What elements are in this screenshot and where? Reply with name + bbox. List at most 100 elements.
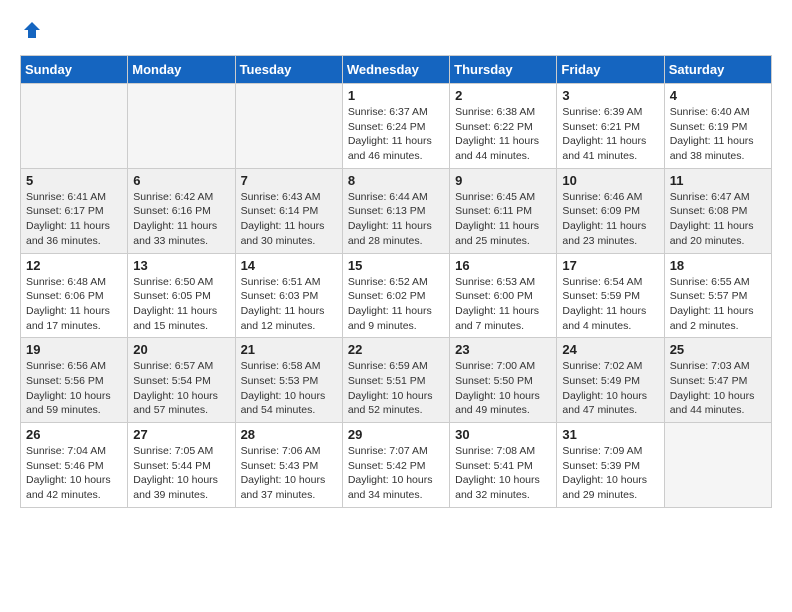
calendar-cell: 19Sunrise: 6:56 AM Sunset: 5:56 PM Dayli… [21,338,128,423]
calendar-cell: 4Sunrise: 6:40 AM Sunset: 6:19 PM Daylig… [664,84,771,169]
day-info: Sunrise: 7:08 AM Sunset: 5:41 PM Dayligh… [455,444,551,503]
day-number: 12 [26,258,122,273]
day-number: 16 [455,258,551,273]
day-info: Sunrise: 6:47 AM Sunset: 6:08 PM Dayligh… [670,190,766,249]
calendar-cell: 29 Sunrise: 7:07 AM Sunset: 5:42 PM Dayli… [342,423,449,508]
day-info: Sunrise: 7:09 AM Sunset: 5:39 PM Dayligh… [562,444,658,503]
calendar-week-row: 1Sunrise: 6:37 AM Sunset: 6:24 PM Daylig… [21,84,772,169]
day-number: 15 [348,258,444,273]
day-number: 10 [562,173,658,188]
day-info: Sunrise: 6:59 AM Sunset: 5:51 PM Dayligh… [348,359,444,418]
day-number: 5 [26,173,122,188]
calendar-cell [21,84,128,169]
day-number: 31 [562,427,658,442]
day-info: Sunrise: 6:42 AM Sunset: 6:16 PM Dayligh… [133,190,229,249]
calendar-cell: 7 Sunrise: 6:43 AM Sunset: 6:14 PM Daylig… [235,168,342,253]
logo-icon [22,20,42,40]
day-info: Sunrise: 6:52 AM Sunset: 6:02 PM Dayligh… [348,275,444,334]
day-number: 26 [26,427,122,442]
calendar-cell [128,84,235,169]
day-number: 20 [133,342,229,357]
calendar-cell: 16 Sunrise: 6:53 AM Sunset: 6:00 PM Dayli… [450,253,557,338]
day-info: Sunrise: 6:55 AM Sunset: 5:57 PM Dayligh… [670,275,766,334]
day-number: 6 [133,173,229,188]
calendar-cell: 5 Sunrise: 6:41 AM Sunset: 6:17 PM Daylig… [21,168,128,253]
day-info: Sunrise: 6:37 AM Sunset: 6:24 PM Dayligh… [348,105,444,164]
day-number: 22 [348,342,444,357]
calendar-body: 1Sunrise: 6:37 AM Sunset: 6:24 PM Daylig… [21,84,772,508]
logo [20,20,42,45]
calendar-cell: 28Sunrise: 7:06 AM Sunset: 5:43 PM Dayli… [235,423,342,508]
calendar-cell: 22 Sunrise: 6:59 AM Sunset: 5:51 PM Dayli… [342,338,449,423]
calendar-cell [235,84,342,169]
calendar-cell: 1Sunrise: 6:37 AM Sunset: 6:24 PM Daylig… [342,84,449,169]
calendar-cell: 3 Sunrise: 6:39 AM Sunset: 6:21 PM Daylig… [557,84,664,169]
day-info: Sunrise: 6:56 AM Sunset: 5:56 PM Dayligh… [26,359,122,418]
calendar-cell: 18 Sunrise: 6:55 AM Sunset: 5:57 PM Dayli… [664,253,771,338]
day-info: Sunrise: 6:50 AM Sunset: 6:05 PM Dayligh… [133,275,229,334]
calendar-week-row: 5 Sunrise: 6:41 AM Sunset: 6:17 PM Daylig… [21,168,772,253]
calendar-cell: 10 Sunrise: 6:46 AM Sunset: 6:09 PM Dayli… [557,168,664,253]
calendar-week-row: 26 Sunrise: 7:04 AM Sunset: 5:46 PM Dayli… [21,423,772,508]
calendar-cell: 13 Sunrise: 6:50 AM Sunset: 6:05 PM Dayli… [128,253,235,338]
day-info: Sunrise: 7:03 AM Sunset: 5:47 PM Dayligh… [670,359,766,418]
day-number: 29 [348,427,444,442]
day-info: Sunrise: 7:07 AM Sunset: 5:42 PM Dayligh… [348,444,444,503]
weekday-header-row: SundayMondayTuesdayWednesdayThursdayFrid… [21,56,772,84]
weekday-header-cell: Sunday [21,56,128,84]
day-number: 23 [455,342,551,357]
calendar-cell: 30 Sunrise: 7:08 AM Sunset: 5:41 PM Dayli… [450,423,557,508]
day-info: Sunrise: 6:46 AM Sunset: 6:09 PM Dayligh… [562,190,658,249]
day-info: Sunrise: 7:04 AM Sunset: 5:46 PM Dayligh… [26,444,122,503]
day-info: Sunrise: 7:05 AM Sunset: 5:44 PM Dayligh… [133,444,229,503]
day-number: 7 [241,173,337,188]
calendar-cell [664,423,771,508]
calendar-cell: 17 Sunrise: 6:54 AM Sunset: 5:59 PM Dayli… [557,253,664,338]
calendar-cell: 12 Sunrise: 6:48 AM Sunset: 6:06 PM Dayli… [21,253,128,338]
day-info: Sunrise: 7:06 AM Sunset: 5:43 PM Dayligh… [241,444,337,503]
calendar-cell: 26 Sunrise: 7:04 AM Sunset: 5:46 PM Dayli… [21,423,128,508]
day-number: 4 [670,88,766,103]
day-info: Sunrise: 6:38 AM Sunset: 6:22 PM Dayligh… [455,105,551,164]
calendar-cell: 25 Sunrise: 7:03 AM Sunset: 5:47 PM Dayli… [664,338,771,423]
day-info: Sunrise: 6:39 AM Sunset: 6:21 PM Dayligh… [562,105,658,164]
day-info: Sunrise: 7:02 AM Sunset: 5:49 PM Dayligh… [562,359,658,418]
day-info: Sunrise: 6:48 AM Sunset: 6:06 PM Dayligh… [26,275,122,334]
calendar-cell: 6 Sunrise: 6:42 AM Sunset: 6:16 PM Daylig… [128,168,235,253]
day-number: 8 [348,173,444,188]
day-info: Sunrise: 6:54 AM Sunset: 5:59 PM Dayligh… [562,275,658,334]
calendar-cell: 9 Sunrise: 6:45 AM Sunset: 6:11 PM Daylig… [450,168,557,253]
day-number: 13 [133,258,229,273]
day-info: Sunrise: 6:57 AM Sunset: 5:54 PM Dayligh… [133,359,229,418]
calendar-cell: 14 Sunrise: 6:51 AM Sunset: 6:03 PM Dayli… [235,253,342,338]
day-info: Sunrise: 6:45 AM Sunset: 6:11 PM Dayligh… [455,190,551,249]
day-number: 30 [455,427,551,442]
day-number: 3 [562,88,658,103]
day-number: 14 [241,258,337,273]
calendar-table: SundayMondayTuesdayWednesdayThursdayFrid… [20,55,772,508]
day-info: Sunrise: 6:43 AM Sunset: 6:14 PM Dayligh… [241,190,337,249]
calendar-cell: 21Sunrise: 6:58 AM Sunset: 5:53 PM Dayli… [235,338,342,423]
calendar-cell: 11Sunrise: 6:47 AM Sunset: 6:08 PM Dayli… [664,168,771,253]
calendar-week-row: 12 Sunrise: 6:48 AM Sunset: 6:06 PM Dayli… [21,253,772,338]
day-number: 9 [455,173,551,188]
day-number: 21 [241,342,337,357]
day-info: Sunrise: 7:00 AM Sunset: 5:50 PM Dayligh… [455,359,551,418]
day-info: Sunrise: 6:44 AM Sunset: 6:13 PM Dayligh… [348,190,444,249]
weekday-header-cell: Monday [128,56,235,84]
day-info: Sunrise: 6:51 AM Sunset: 6:03 PM Dayligh… [241,275,337,334]
calendar-cell: 15 Sunrise: 6:52 AM Sunset: 6:02 PM Dayli… [342,253,449,338]
calendar-cell: 31 Sunrise: 7:09 AM Sunset: 5:39 PM Dayli… [557,423,664,508]
weekday-header-cell: Saturday [664,56,771,84]
day-number: 18 [670,258,766,273]
weekday-header-cell: Tuesday [235,56,342,84]
day-number: 17 [562,258,658,273]
calendar-week-row: 19Sunrise: 6:56 AM Sunset: 5:56 PM Dayli… [21,338,772,423]
calendar-cell: 20 Sunrise: 6:57 AM Sunset: 5:54 PM Dayli… [128,338,235,423]
calendar-cell: 24 Sunrise: 7:02 AM Sunset: 5:49 PM Dayli… [557,338,664,423]
day-number: 25 [670,342,766,357]
day-info: Sunrise: 6:41 AM Sunset: 6:17 PM Dayligh… [26,190,122,249]
calendar-cell: 2Sunrise: 6:38 AM Sunset: 6:22 PM Daylig… [450,84,557,169]
day-number: 24 [562,342,658,357]
day-info: Sunrise: 6:53 AM Sunset: 6:00 PM Dayligh… [455,275,551,334]
